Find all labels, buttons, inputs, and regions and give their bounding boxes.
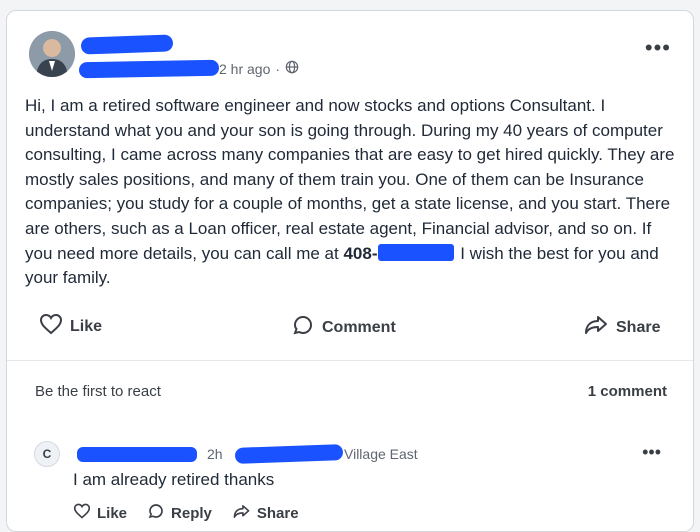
comment-reply-button[interactable]: Reply xyxy=(147,502,212,524)
commenter-avatar[interactable]: C xyxy=(34,441,60,467)
like-button[interactable]: Like xyxy=(39,313,102,340)
share-arrow-icon xyxy=(232,503,251,524)
post-actions: Like Comment Share xyxy=(7,313,693,343)
post-body-main: Hi, I am a retired software engineer and… xyxy=(25,96,675,263)
comment-text: I am already retired thanks xyxy=(73,470,275,489)
more-options-icon[interactable]: ••• xyxy=(645,37,671,59)
comment-more-options-icon[interactable]: ••• xyxy=(642,443,661,461)
share-label: Share xyxy=(616,318,661,336)
heart-icon xyxy=(39,313,63,340)
like-label: Like xyxy=(70,317,103,335)
comment-like-label: Like xyxy=(97,504,128,522)
comment-share-button[interactable]: Share xyxy=(232,502,299,524)
post-body: Hi, I am a retired software engineer and… xyxy=(25,94,680,291)
redacted-author-headline xyxy=(78,59,220,79)
comment-like-button[interactable]: Like xyxy=(73,502,127,524)
phone-prefix: 408- xyxy=(343,243,378,263)
section-divider xyxy=(7,360,693,361)
redacted-author-name xyxy=(80,34,174,55)
comment-button[interactable]: Comment xyxy=(291,313,396,342)
heart-icon xyxy=(73,503,91,523)
comment-reply-label: Reply xyxy=(171,504,212,522)
meta-separator: · xyxy=(275,60,281,77)
comment-bubble-icon xyxy=(291,313,315,342)
redacted-phone-number xyxy=(377,243,454,261)
comments-count[interactable]: 1 comment xyxy=(588,383,667,400)
author-photo xyxy=(29,31,75,77)
post-card: 2 hr ago · ••• Hi, I am a retired softwa… xyxy=(6,10,694,532)
redacted-commenter-name xyxy=(77,447,197,462)
comment-location: Village East xyxy=(344,446,418,462)
post-time: 2 hr ago xyxy=(219,60,271,77)
author-avatar[interactable] xyxy=(29,31,75,77)
globe-icon xyxy=(285,60,299,77)
share-arrow-icon xyxy=(583,313,609,342)
redacted-commenter-headline xyxy=(234,444,344,464)
share-button[interactable]: Share xyxy=(583,313,660,342)
first-react-text: Be the first to react xyxy=(35,383,161,400)
comment-label: Comment xyxy=(322,318,396,336)
comment-share-label: Share xyxy=(256,504,299,522)
reply-bubble-icon xyxy=(147,502,165,524)
comment-actions: Like Reply Share xyxy=(73,502,299,524)
post-meta: 2 hr ago · xyxy=(219,60,299,77)
comment-time: 2h xyxy=(207,446,223,462)
